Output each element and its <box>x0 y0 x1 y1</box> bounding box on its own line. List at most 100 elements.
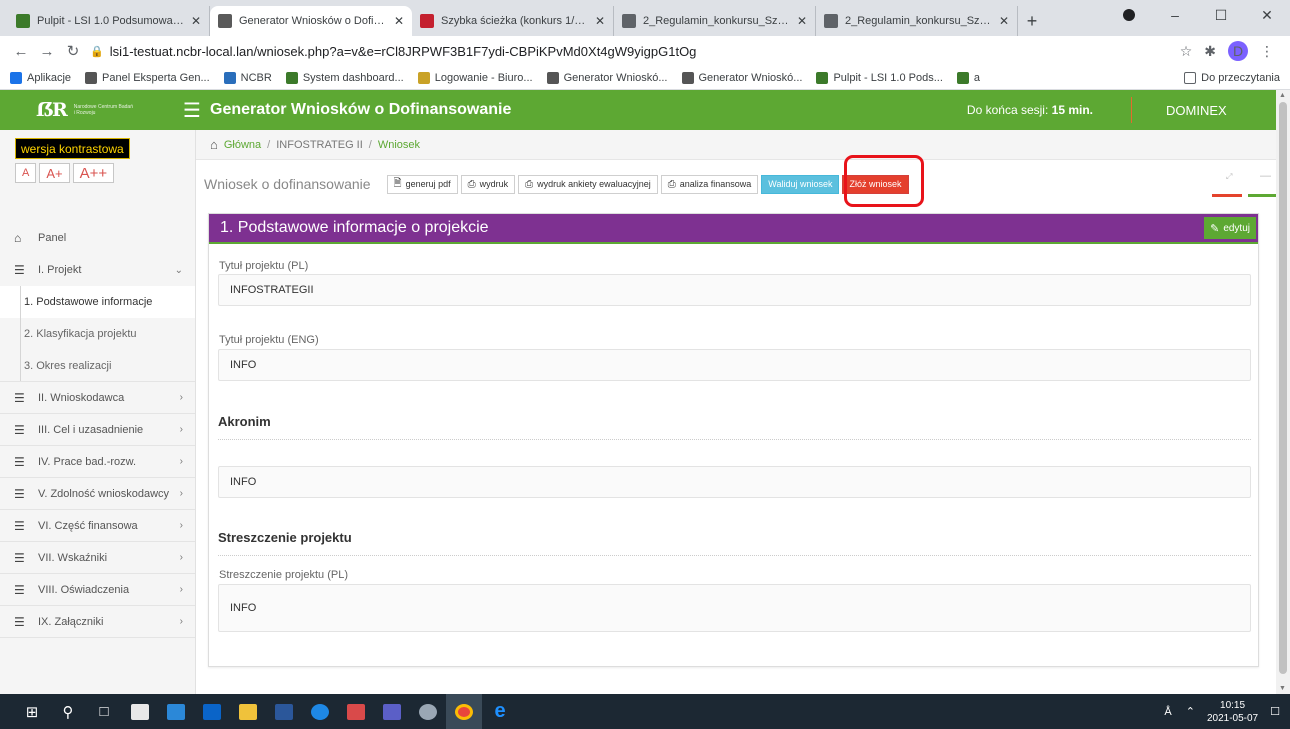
clock[interactable]: 10:15 2021-05-07 <box>1207 699 1258 725</box>
bookmark-item[interactable]: Pulpit - LSI 1.0 Pods... <box>816 71 943 84</box>
notifications-icon[interactable]: ☐ <box>1270 705 1280 718</box>
maximize-button[interactable]: ☐ <box>1198 7 1244 24</box>
browser-tab[interactable]: Pulpit - LSI 1.0 Podsumowanie - ✕ <box>8 6 210 36</box>
chevron-right-icon: › <box>179 552 183 563</box>
close-window-button[interactable]: ✕ <box>1244 7 1290 24</box>
browser-tab[interactable]: Generator Wniosków o Dofinans ✕ <box>210 6 412 36</box>
acronym-header: Akronim <box>218 414 1251 440</box>
app-icon[interactable] <box>338 694 374 729</box>
sidebar-item-section[interactable]: ☰ III. Cel i uzasadnienie › <box>0 414 195 446</box>
close-tab-icon[interactable]: ✕ <box>595 14 605 28</box>
sidebar-item-projekt[interactable]: ☰ I. Projekt ⌄ <box>0 254 195 286</box>
app-icon[interactable] <box>302 694 338 729</box>
summary-header: Streszczenie projektu <box>218 530 1251 556</box>
menu-kebab-icon[interactable]: ⋮ <box>1260 43 1274 60</box>
edit-button[interactable]: ✎ edytuj <box>1204 217 1256 239</box>
sidebar-item-section[interactable]: ☰ IV. Prace bad.-rozw. › <box>0 446 195 478</box>
chevron-right-icon: › <box>179 616 183 627</box>
sidebar-item-section[interactable]: ☰ V. Zdolność wnioskodawcy › <box>0 478 195 510</box>
outlook-icon[interactable] <box>194 694 230 729</box>
minimize-button[interactable]: – <box>1152 7 1198 23</box>
bookmark-item[interactable]: Aplikacje <box>10 71 71 84</box>
bookmark-item[interactable]: Logowanie - Biuro... <box>417 71 533 84</box>
sidebar-subitem[interactable]: 2. Klasyfikacja projektu <box>0 318 195 350</box>
reload-button[interactable]: ↻ <box>60 42 86 60</box>
store-icon[interactable] <box>122 694 158 729</box>
bookmark-item[interactable]: Generator Wnioskó... <box>546 71 668 84</box>
back-button[interactable]: ← <box>8 43 34 60</box>
extensions-icon[interactable]: ✱ <box>1204 43 1216 60</box>
people-icon[interactable]: Å <box>1164 706 1171 718</box>
breadcrumb-home-link[interactable]: Główna <box>224 139 261 151</box>
system-tray: Å ⌃ 10:15 2021-05-07 ☐ <box>1164 699 1290 725</box>
edge-icon[interactable]: e <box>482 694 518 729</box>
close-tab-icon[interactable]: ✕ <box>797 14 807 28</box>
profile-avatar[interactable]: D <box>1228 41 1248 61</box>
new-tab-button[interactable]: + <box>1018 6 1046 36</box>
window-controls: – ☐ ✕ <box>1106 0 1290 30</box>
font-size-xlarge-button[interactable]: A++ <box>72 163 115 183</box>
sidebar-item-section[interactable]: ☰ IX. Załączniki › <box>0 606 195 638</box>
chevron-right-icon: › <box>179 392 183 403</box>
collapse-icon[interactable]: — <box>1260 170 1271 182</box>
sidebar-item-section[interactable]: ☰ VI. Część finansowa › <box>0 510 195 542</box>
sidebar-item-section[interactable]: ☰ VII. Wskaźniki › <box>0 542 195 574</box>
teams-icon[interactable] <box>374 694 410 729</box>
sidebar-subitem[interactable]: 3. Okres realizacji <box>0 350 195 382</box>
browser-tab[interactable]: Szybka ścieżka (konkurs 1/1.1.1/✕ <box>412 6 614 36</box>
tray-expand-icon[interactable]: ⌃ <box>1186 705 1195 718</box>
project-info-panel: 1. Podstawowe informacje o projekcie ✎ e… <box>208 213 1259 667</box>
task-view-icon[interactable]: □ <box>86 694 122 729</box>
font-size-normal-button[interactable]: A <box>15 163 37 183</box>
font-size-large-button[interactable]: A+ <box>39 163 70 183</box>
search-icon[interactable]: ⚲ <box>50 694 86 729</box>
user-menu[interactable]: DOMINEX <box>1166 103 1276 118</box>
printer-icon: ⎙ <box>667 178 676 190</box>
print-button[interactable]: ⎙ wydruk <box>460 174 516 194</box>
scrollbar-thumb[interactable] <box>1279 102 1287 674</box>
sidebar-item-section[interactable]: ☰ VIII. Oświadczenia › <box>0 574 195 606</box>
app-icon[interactable] <box>158 694 194 729</box>
file-explorer-icon[interactable] <box>230 694 266 729</box>
reading-list-button[interactable]: Do przeczytania <box>1184 71 1280 84</box>
close-tab-icon[interactable]: ✕ <box>394 14 404 28</box>
bookmark-item[interactable]: Panel Eksperta Gen... <box>85 71 210 84</box>
bookmark-item[interactable]: System dashboard... <box>285 71 404 84</box>
word-icon[interactable] <box>266 694 302 729</box>
toolbar-title: Wniosek o dofinansowanie <box>204 176 371 192</box>
bookmark-item[interactable]: Generator Wnioskó... <box>681 71 802 84</box>
generate-pdf-button[interactable]: 🗎 generuj pdf <box>386 174 458 194</box>
hamburger-menu-icon[interactable]: ☰ <box>180 98 204 123</box>
chrome-icon[interactable] <box>446 694 482 729</box>
lsi-icon <box>285 71 298 84</box>
breadcrumb-current[interactable]: Wniosek <box>378 139 420 151</box>
bookmark-item[interactable]: NCBR <box>223 71 272 84</box>
close-tab-icon[interactable]: ✕ <box>999 14 1009 28</box>
close-tab-icon[interactable]: ✕ <box>191 14 201 28</box>
browser-tab[interactable]: 2_Regulamin_konkursu_Szybka_ ✕ <box>816 6 1018 36</box>
ncbr-logo[interactable]: ẞR Narodowe Centrum Badań i Rozwoju <box>0 90 180 130</box>
page-scrollbar[interactable]: ▲ ▼ <box>1276 90 1290 694</box>
sidebar-item-panel[interactable]: ⌂ Panel <box>0 222 195 254</box>
contrast-toggle-button[interactable]: wersja kontrastowa <box>15 138 130 159</box>
validate-button[interactable]: Waliduj wniosek <box>761 174 840 194</box>
windows-start-icon[interactable]: ⊞ <box>14 694 50 729</box>
title-en-field: INFO <box>218 349 1251 381</box>
star-icon[interactable]: ☆ <box>1180 43 1193 60</box>
application-toolbar: Wniosek o dofinansowanie 🗎 generuj pdf ⎙… <box>196 160 1276 208</box>
print-survey-button[interactable]: ⎙ wydruk ankiety ewaluacyjnej <box>518 174 658 194</box>
sidebar-subitem[interactable]: 1. Podstawowe informacje <box>0 286 195 318</box>
url-input[interactable]: 🔒 lsi1-testuat.ncbr-local.lan/wniosek.ph… <box>90 39 1170 63</box>
scroll-up-icon[interactable]: ▲ <box>1279 92 1286 99</box>
title-pl-field: INFOSTRATEGII <box>218 274 1251 306</box>
browser-tab[interactable]: 2_Regulamin_konkursu_Szybka_ ✕ <box>614 6 816 36</box>
tab-favicon-icon <box>420 14 434 28</box>
tab-favicon-icon <box>824 14 838 28</box>
financial-analysis-button[interactable]: ⎙ analiza finansowa <box>660 174 759 194</box>
scroll-down-icon[interactable]: ▼ <box>1279 685 1286 692</box>
expand-icon[interactable]: ⤢ <box>1226 172 1232 182</box>
sidebar-item-section[interactable]: ☰ II. Wnioskodawca › <box>0 382 195 414</box>
forward-button[interactable]: → <box>34 43 60 60</box>
bookmark-item[interactable]: a <box>956 71 980 84</box>
paint-icon[interactable] <box>410 694 446 729</box>
